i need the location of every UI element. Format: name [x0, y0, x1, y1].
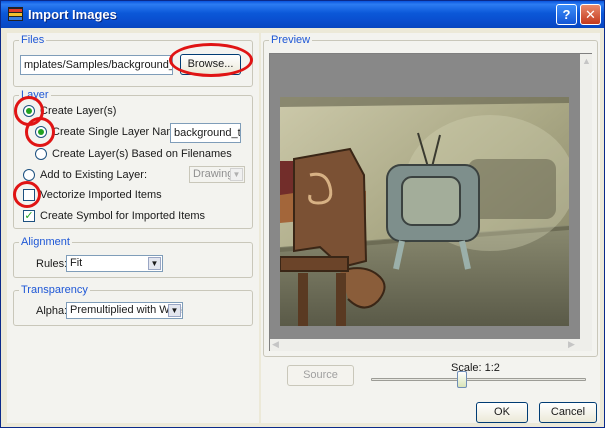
scroll-corner: [580, 339, 592, 351]
annotation-circle-browse: [169, 43, 253, 77]
scroll-left-icon[interactable]: ◀: [272, 339, 279, 350]
import-images-dialog: Import Images ? ✕ Files mplates/Samples/…: [0, 0, 605, 428]
annotation-circle-single-layer: [25, 117, 55, 147]
chevron-down-icon: ▼: [148, 257, 161, 270]
app-icon: [8, 7, 23, 21]
chevron-down-icon: ▼: [230, 168, 243, 181]
single-layer-name-field[interactable]: background_tv: [170, 123, 241, 143]
title-bar: Import Images ? ✕: [1, 1, 604, 28]
cancel-button[interactable]: Cancel: [539, 402, 597, 423]
file-path-field[interactable]: mplates/Samples/background_tv.psd: [20, 55, 173, 75]
source-button[interactable]: Source: [287, 365, 354, 386]
transparency-legend: Transparency: [21, 284, 88, 296]
rules-label: Rules:: [36, 258, 68, 270]
vectorize-label: Vectorize Imported Items: [40, 189, 162, 201]
annotation-circle-vectorize: [13, 181, 41, 208]
window-title: Import Images: [28, 7, 117, 22]
ok-button[interactable]: OK: [476, 402, 528, 423]
existing-layer-select[interactable]: Drawing ▼: [189, 166, 245, 183]
based-on-filenames-radio[interactable]: [35, 148, 47, 160]
existing-layer-value: Drawing: [193, 168, 234, 180]
add-existing-layer-radio[interactable]: [23, 169, 35, 181]
alpha-value: Premultiplied with White: [70, 304, 183, 316]
based-on-filenames-label: Create Layer(s) Based on Filenames: [52, 148, 232, 160]
scale-slider-thumb[interactable]: [457, 371, 467, 388]
rules-select[interactable]: Fit ▼: [66, 255, 163, 272]
scale-slider[interactable]: [371, 371, 586, 388]
scale-slider-track: [371, 378, 586, 381]
alignment-legend: Alignment: [21, 236, 70, 248]
create-symbol-label: Create Symbol for Imported Items: [40, 210, 206, 222]
scroll-right-icon[interactable]: ▶: [568, 339, 575, 350]
preview-horizontal-scrollbar[interactable]: ◀ ▶: [270, 339, 580, 351]
alpha-select[interactable]: Premultiplied with White ▼: [66, 302, 183, 319]
rules-value: Fit: [70, 257, 83, 269]
close-button[interactable]: ✕: [580, 4, 601, 25]
preview-vertical-scrollbar[interactable]: ▲: [580, 54, 592, 339]
create-layers-label: Create Layer(s): [40, 105, 117, 117]
create-symbol-checkbox[interactable]: ✓: [23, 210, 35, 222]
help-button[interactable]: ?: [556, 4, 577, 25]
preview-legend: Preview: [271, 34, 311, 46]
scroll-up-icon[interactable]: ▲: [582, 56, 591, 66]
alpha-label: Alpha:: [36, 305, 68, 317]
preview-image: [280, 97, 569, 326]
files-legend: Files: [21, 34, 45, 46]
chevron-down-icon: ▼: [168, 304, 181, 317]
add-existing-layer-label: Add to Existing Layer:: [40, 169, 148, 181]
